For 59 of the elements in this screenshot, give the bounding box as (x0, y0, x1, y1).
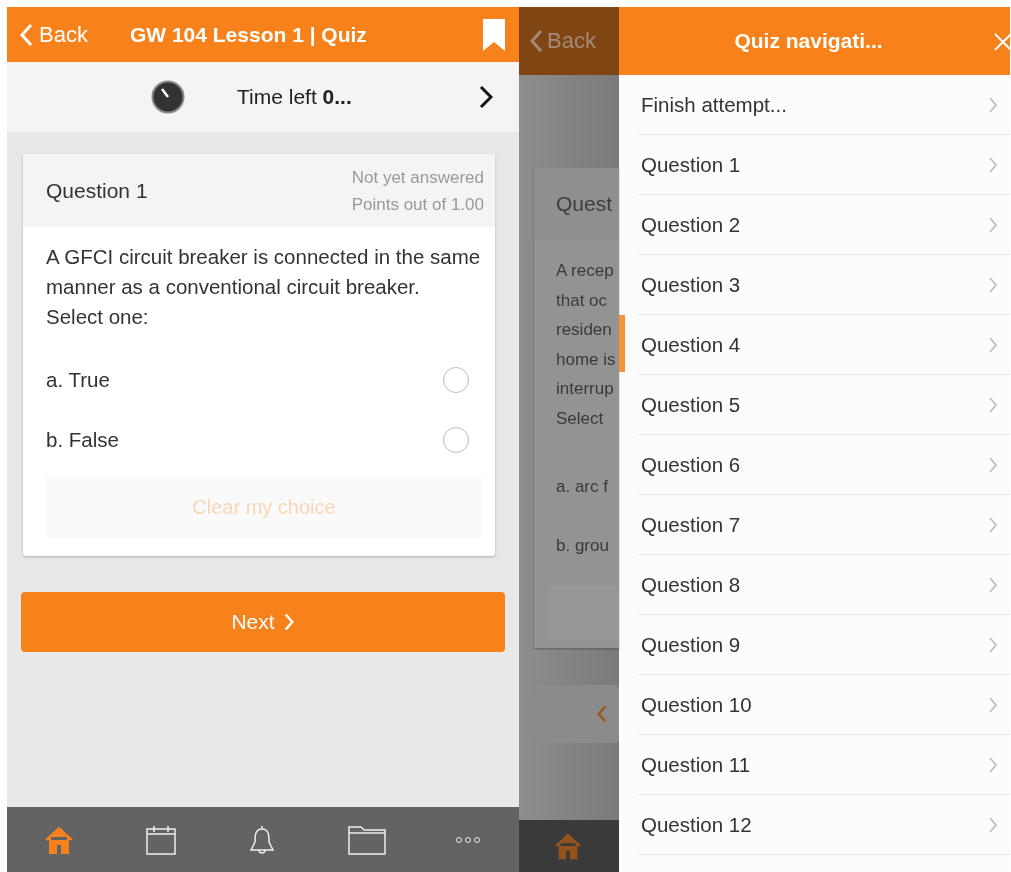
prompt-text: Select one: (46, 304, 150, 330)
answer-option[interactable]: b. False (46, 410, 482, 470)
quiz-nav-item[interactable]: Question 8 (639, 555, 1010, 615)
quiz-nav-item[interactable]: Question 10 (639, 675, 1010, 735)
stopwatch-icon (151, 80, 185, 114)
quiz-nav-item[interactable]: Question 3 (639, 255, 1010, 315)
folder-icon[interactable] (347, 823, 386, 856)
dimmed-back-text: Back (529, 28, 596, 54)
answer-status: Not yet answered (351, 166, 484, 189)
more-icon[interactable] (455, 835, 481, 844)
quiz-nav-item[interactable]: Question 11 (639, 735, 1010, 795)
quiz-nav-item[interactable]: Question 5 (639, 375, 1010, 435)
chevron-right-icon (988, 215, 998, 234)
home-icon (553, 831, 583, 861)
time-left-text: Time left 0... (237, 85, 353, 109)
points-text: Points out of 1.00 (351, 193, 484, 216)
quiz-nav-item[interactable]: Finish attempt... (639, 75, 1010, 135)
close-icon[interactable] (993, 32, 1010, 52)
chevron-right-icon (988, 755, 998, 774)
chevron-right-icon (988, 815, 998, 834)
quiz-nav-item[interactable]: Question 9 (639, 615, 1010, 675)
dimmed-option-text: b. grou (556, 534, 610, 557)
quiz-nav-item[interactable]: Question 6 (639, 435, 1010, 495)
dimmed-text-line: that oc (556, 289, 609, 312)
current-question-marker (619, 315, 625, 372)
dimmed-text-line: A recep (556, 260, 615, 282)
back-chevron-icon (19, 22, 33, 47)
quiz-nav-item[interactable]: Question 2 (639, 195, 1010, 255)
chevron-right-icon (988, 95, 998, 114)
chevron-right-icon (988, 515, 998, 534)
quiz-nav-item[interactable]: Question 7 (639, 495, 1010, 555)
answer-option[interactable]: a. True (46, 350, 482, 410)
chevron-right-icon (988, 455, 998, 474)
question-text: A GFCI circuit breaker is connected in the same manner as a conventional circuit breaker. (46, 244, 482, 300)
dimmed-text-line: home is (556, 348, 617, 371)
chevron-right-icon (988, 635, 998, 654)
dimmed-text-line: residen (556, 319, 613, 342)
chevron-right-icon (988, 395, 998, 414)
dimmed-option-text: a. arc f (556, 475, 609, 498)
dimmed-question-title: Quest (556, 192, 613, 216)
chevron-right-icon (988, 155, 998, 174)
quiz-nav-item[interactable]: Question 1 (639, 135, 1010, 195)
back-chevron-icon (529, 29, 543, 53)
question-title: Question 1 (46, 178, 148, 203)
chevron-right-icon (988, 695, 998, 714)
chevron-right-icon (282, 612, 295, 632)
page-title: GW 104 Lesson 1 | Quiz (129, 22, 368, 47)
dimmed-text-line: interrup (556, 378, 615, 401)
chevron-right-icon (988, 575, 998, 594)
quiz-nav-item[interactable]: Question 12 (639, 795, 1010, 855)
chevron-left-icon (596, 704, 608, 724)
chevron-right-icon (988, 335, 998, 354)
chevron-right-icon (988, 275, 998, 294)
bookmark-icon[interactable] (483, 18, 505, 51)
chevron-right-icon[interactable] (479, 85, 493, 109)
calendar-icon[interactable] (144, 823, 177, 856)
drawer-title: Quiz navigati... (734, 29, 883, 53)
dimmed-text-line: Select (556, 407, 605, 430)
quiz-nav-item[interactable]: Question 4 (639, 315, 1010, 375)
